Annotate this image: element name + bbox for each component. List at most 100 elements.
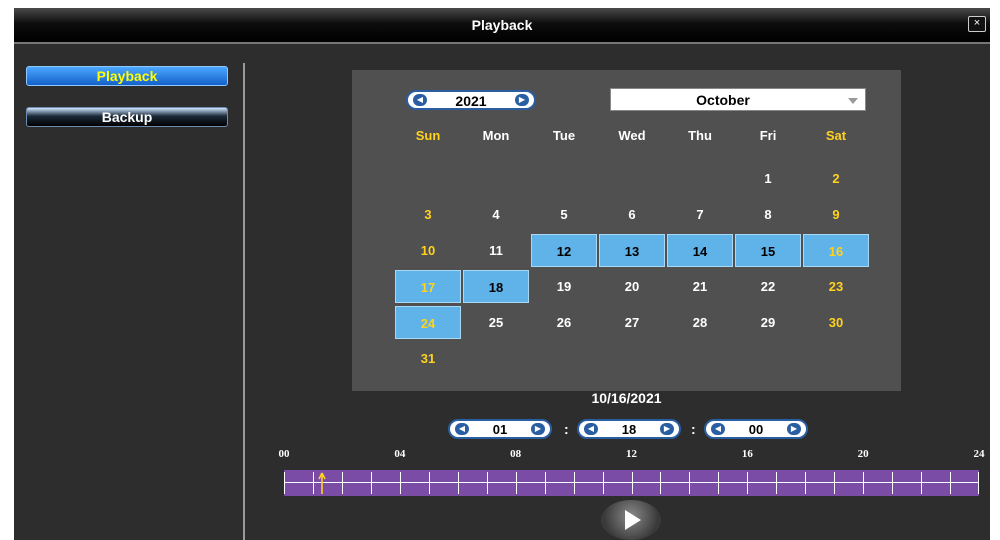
hour-increment-button[interactable]: ▶ <box>531 423 545 435</box>
timeline-hour-label: 00 <box>278 448 290 460</box>
minute-increment-button[interactable]: ▶ <box>660 423 674 435</box>
year-next-button[interactable]: ▶ <box>515 94 529 106</box>
play-icon <box>625 510 641 530</box>
calendar-panel: ◀ 2021 ▶ October Sun Mon Tue Wed Thu Fri Sat 1… <box>352 70 901 391</box>
timeline-tick <box>544 472 546 494</box>
calendar-day[interactable]: 30 <box>803 306 869 339</box>
calendar-day[interactable]: 26 <box>531 306 597 339</box>
timeline-hour-label: 04 <box>394 448 406 460</box>
weekday-label: Wed <box>618 128 646 143</box>
calendar-day[interactable]: 31 <box>395 342 461 375</box>
playback-window: Playback × Playback Backup ◀ 2021 ▶ Octo… <box>14 8 990 540</box>
timeline-bar[interactable] <box>284 470 979 496</box>
timeline-hour-label: 24 <box>973 448 985 460</box>
calendar-day[interactable]: 15 <box>735 234 801 267</box>
selected-date: 10/16/2021 <box>591 390 662 406</box>
arrow-right-icon: ▶ <box>534 424 542 433</box>
calendar-day[interactable]: 6 <box>599 198 665 231</box>
weekday-label: Sat <box>825 128 847 143</box>
timeline-tick <box>921 472 923 494</box>
calendar-day[interactable]: 24 <box>395 306 461 339</box>
calendar-day[interactable]: 11 <box>463 234 529 267</box>
timeline-tick <box>515 472 517 494</box>
calendar-day[interactable]: 1 <box>735 162 801 195</box>
timeline-hour-label: 16 <box>741 448 753 460</box>
timeline-hour-label: 12 <box>626 448 637 460</box>
calendar-day[interactable]: 4 <box>463 198 529 231</box>
timeline-tick <box>457 472 459 494</box>
calendar-day[interactable]: 20 <box>599 270 665 303</box>
timeline-tick <box>660 472 662 494</box>
timeline-tick <box>805 472 807 494</box>
month-value: October <box>696 92 750 108</box>
timeline-tick <box>834 472 836 494</box>
weekday-label: Fri <box>759 128 777 143</box>
calendar-day[interactable]: 23 <box>803 270 869 303</box>
calendar-day[interactable]: 18 <box>463 270 529 303</box>
arrow-right-icon: ▶ <box>518 95 526 104</box>
weekday-label: Tue <box>552 128 576 143</box>
weekday-label: Thu <box>688 128 712 143</box>
calendar-day[interactable]: 19 <box>531 270 597 303</box>
calendar-day[interactable]: 3 <box>395 198 461 231</box>
timeline-tick <box>631 472 633 494</box>
calendar-day[interactable]: 27 <box>599 306 665 339</box>
timeline-tick <box>284 472 285 494</box>
title-bar: Playback × <box>14 8 990 44</box>
hour-spinner: ◀ 01 ▶ <box>448 419 552 439</box>
calendar-day[interactable]: 21 <box>667 270 733 303</box>
dropdown-arrow-icon <box>848 98 858 104</box>
timeline-tick <box>428 472 430 494</box>
timeline-tick <box>892 472 894 494</box>
up-arrow-marker-icon[interactable] <box>317 471 326 495</box>
calendar-day[interactable]: 12 <box>531 234 597 267</box>
timeline-tick <box>486 472 488 494</box>
timeline-tick <box>370 472 372 494</box>
minute-spinner: ◀ 18 ▶ <box>577 419 681 439</box>
timeline-tick <box>399 472 401 494</box>
month-dropdown[interactable]: October <box>610 88 866 111</box>
timeline-tick <box>863 472 865 494</box>
arrow-right-icon: ▶ <box>663 424 671 433</box>
weekday-label: Sun <box>415 128 441 143</box>
calendar-day[interactable]: 17 <box>395 270 461 303</box>
timeline-tick <box>776 472 778 494</box>
time-separator: : <box>564 421 569 437</box>
timeline-tick <box>573 472 575 494</box>
close-icon: × <box>973 17 981 29</box>
year-selector: ◀ 2021 ▶ <box>406 90 536 110</box>
calendar-day[interactable]: 5 <box>531 198 597 231</box>
calendar-day[interactable]: 8 <box>735 198 801 231</box>
timeline-tick <box>341 472 343 494</box>
time-separator: : <box>691 421 696 437</box>
calendar-day[interactable]: 14 <box>667 234 733 267</box>
play-button[interactable] <box>601 500 661 540</box>
sidebar-item-playback[interactable]: Playback <box>26 66 228 86</box>
calendar-day[interactable]: 16 <box>803 234 869 267</box>
calendar-day[interactable]: 9 <box>803 198 869 231</box>
calendar-day[interactable]: 10 <box>395 234 461 267</box>
calendar-day[interactable]: 22 <box>735 270 801 303</box>
close-button[interactable]: × <box>968 16 986 32</box>
calendar-day[interactable]: 25 <box>463 306 529 339</box>
timeline-tick <box>978 472 979 494</box>
timeline-tick <box>602 472 604 494</box>
timeline-tick <box>689 472 691 494</box>
arrow-right-icon: ▶ <box>790 424 798 433</box>
calendar-day[interactable]: 13 <box>599 234 665 267</box>
second-increment-button[interactable]: ▶ <box>787 423 801 435</box>
timeline-tick <box>747 472 749 494</box>
second-spinner: ◀ 00 ▶ <box>704 419 808 439</box>
timeline-hour-label: 08 <box>510 448 522 460</box>
timeline-hour-label: 20 <box>857 448 869 460</box>
weekday-label: Mon <box>482 128 510 143</box>
sidebar-item-backup[interactable]: Backup <box>26 107 228 127</box>
calendar-day[interactable]: 2 <box>803 162 869 195</box>
timeline-tick <box>950 472 952 494</box>
window-title: Playback <box>471 17 533 33</box>
calendar-day[interactable]: 29 <box>735 306 801 339</box>
timeline-tick <box>718 472 720 494</box>
calendar-day[interactable]: 7 <box>667 198 733 231</box>
vertical-divider <box>243 63 245 540</box>
calendar-day[interactable]: 28 <box>667 306 733 339</box>
